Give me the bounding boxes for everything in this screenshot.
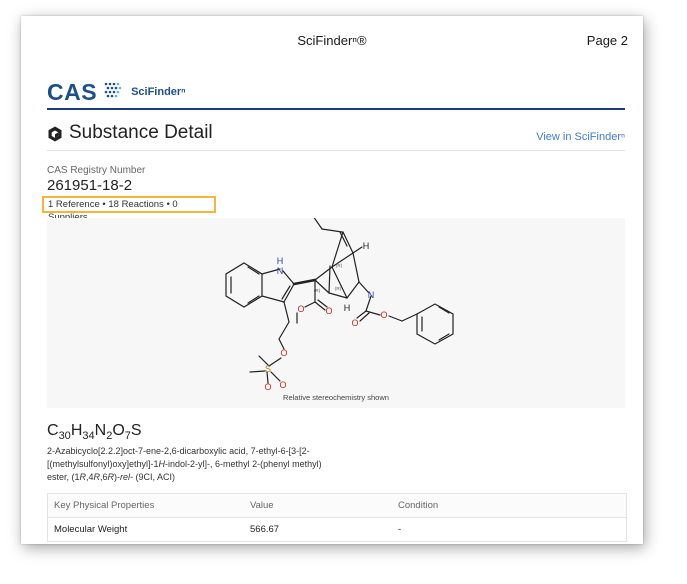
bicyclic-n-label: N [368, 290, 375, 300]
sulfonate-o-label: O [280, 348, 287, 358]
document-page: SciFinderⁿ® Page 2 CAS SciFinderⁿ Substa… [21, 16, 643, 544]
brand-divider [47, 108, 625, 110]
carbamate-carbonyl-o-label: O [351, 318, 358, 328]
stereochemistry-note: Relative stereochemistry shown [283, 393, 389, 402]
stereo-r3-label: (R) [335, 286, 342, 291]
sulfonyl-o2-label: O [279, 380, 286, 390]
brand-logo: CAS SciFinderⁿ [47, 77, 186, 107]
table-cell: 566.67 [250, 524, 280, 535]
chemical-structure-diagram: H N N H H O S O O O O O O (R) (R) (R) [225, 218, 454, 392]
stereo-r1-label: (R) [336, 263, 343, 268]
page-number: Page 2 [586, 33, 628, 48]
chemical-name: 2-Azabicyclo[2.2.2]oct-7-ene-2,6-dicarbo… [47, 446, 322, 482]
table-cell: Molecular Weight [54, 524, 128, 535]
indole-n-label: N [277, 266, 284, 276]
column-header: Value [250, 500, 274, 511]
cas-dots-icon [103, 80, 123, 105]
stereo-r2-label: (R) [314, 288, 321, 293]
registry-number: 261951-18-2 [47, 177, 133, 194]
header-title: SciFinderⁿ® [297, 33, 367, 48]
ester-carbonyl-o-label: O [325, 306, 332, 316]
hexagon-cube-icon [48, 126, 62, 147]
carbamate-o-label: O [380, 310, 387, 320]
physical-properties-table: Key Physical Properties Value Condition … [47, 493, 627, 542]
scifinder-logo-text: SciFinderⁿ [131, 86, 186, 98]
sulfur-label: S [265, 364, 271, 374]
section-title: Substance Detail [69, 122, 213, 143]
column-header: Condition [398, 500, 439, 511]
registry-label: CAS Registry Number [47, 165, 146, 176]
section-divider [47, 150, 625, 151]
chemical-structure-panel: H N N H H O S O O O O O O (R) (R) (R) Re… [47, 218, 625, 408]
view-in-scifinder-link[interactable]: View in SciFinderⁿ [536, 131, 625, 143]
cas-logo-text: CAS [47, 78, 98, 105]
table-cell: - [398, 524, 402, 535]
table-row: Molecular Weight 566.67 - [48, 518, 626, 542]
molecular-formula: C30H34N2O7S [47, 422, 142, 443]
table-header-row: Key Physical Properties Value Condition [48, 494, 626, 518]
bridgehead-h2-label: H [344, 303, 351, 313]
nh-h-label: H [277, 256, 284, 266]
bridgehead-h-label: H [363, 241, 370, 251]
sulfonyl-o1-label: O [264, 382, 271, 392]
counts-summary: 1 Reference • 18 Reactions • 0 Suppliers [42, 196, 216, 223]
ester-o-label: O [297, 304, 304, 314]
column-header: Key Physical Properties [54, 500, 155, 511]
